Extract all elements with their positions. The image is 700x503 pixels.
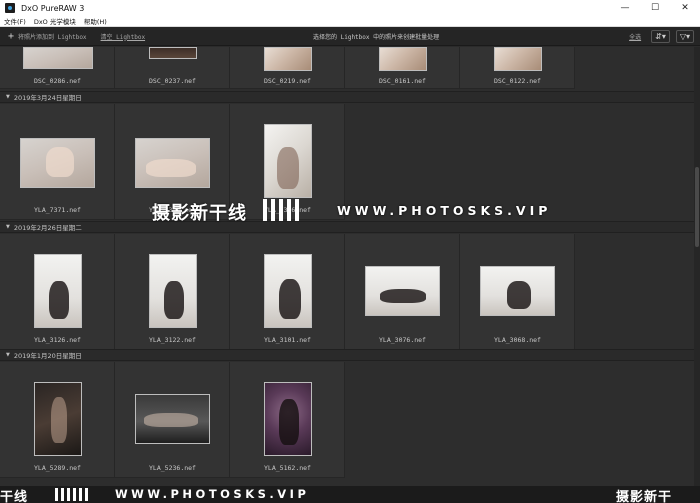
photo-thumbnail: [264, 254, 312, 328]
photo-filename: YLA_5236.nef: [149, 464, 196, 472]
photo-tile[interactable]: YLA_3126.nef: [0, 234, 115, 350]
photo-tile[interactable]: YLA_7371.nef: [0, 104, 115, 220]
photo-thumbnail: [480, 266, 555, 316]
photo-tile[interactable]: DSC_0286.nef: [0, 47, 115, 89]
photo-filename: YLA_7371.nef: [34, 206, 81, 214]
watermark-url: WWW.PHOTOSKS.VIP: [337, 203, 552, 218]
photo-thumbnail: [20, 138, 95, 188]
watermark-logo-icon: [263, 199, 299, 221]
select-all-link[interactable]: 全选: [629, 32, 641, 41]
photo-thumbnail: [264, 382, 312, 456]
collapse-arrow-icon[interactable]: ▼: [6, 224, 10, 230]
photo-filename: DSC_0122.nef: [494, 77, 541, 85]
lightbox-hint-text: 选择您的 Lightbox 中的照片来创建批量处理: [313, 34, 440, 41]
watermark-brand: 摄影新干线: [152, 203, 247, 224]
photo-tile[interactable]: DSC_0219.nef: [230, 47, 345, 89]
photo-tile[interactable]: DSC_0161.nef: [345, 47, 460, 89]
photo-thumbnail: [23, 47, 93, 69]
photo-tile[interactable]: YLA_3101.nef: [230, 234, 345, 350]
close-button[interactable]: ✕: [670, 0, 700, 16]
photo-row: YLA_3126.nef YLA_3122.nef YLA_3101.nef Y…: [0, 234, 575, 350]
photo-tile[interactable]: YLA_5289.nef: [0, 362, 115, 478]
photo-tile[interactable]: YLA_3122.nef: [115, 234, 230, 350]
photo-thumbnail: [365, 266, 440, 316]
photo-thumbnail: [264, 124, 312, 198]
add-to-lightbox-button[interactable]: + 将照片添加到 Lightbox: [8, 31, 87, 42]
watermark-brand-left: 干线: [0, 490, 29, 503]
maximize-button[interactable]: ☐: [640, 0, 670, 16]
sort-button[interactable]: ⇵▾: [651, 30, 670, 43]
collapse-arrow-icon[interactable]: ▼: [6, 94, 10, 100]
photo-tile[interactable]: YLA_3068.nef: [460, 234, 575, 350]
minimize-button[interactable]: —: [610, 0, 640, 16]
date-group-label: 2019年3月24日星期日: [13, 94, 82, 102]
lightbox-grid: DSC_0286.nef DSC_0237.nef DSC_0219.nef D…: [0, 47, 700, 486]
scrollbar-thumb[interactable]: [695, 167, 699, 247]
photo-filename: YLA_5289.nef: [34, 464, 81, 472]
photo-filename: YLA_3076.nef: [379, 336, 426, 344]
photo-filename: YLA_3122.nef: [149, 336, 196, 344]
photo-filename: YLA_5162.nef: [264, 464, 311, 472]
plus-icon: +: [8, 30, 15, 42]
bottom-watermark-strip: 干线 WWW.PHOTOSKS.VIP 摄影新干: [0, 486, 700, 503]
date-group-header[interactable]: ▼ 2019年1月20日星期日: [0, 349, 694, 361]
photo-row: YLA_5289.nef YLA_5236.nef YLA_5162.nef: [0, 362, 345, 478]
menu-file[interactable]: 文件(F): [0, 16, 30, 26]
photo-tile[interactable]: YLA_5162.nef: [230, 362, 345, 478]
photo-filename: DSC_0219.nef: [264, 77, 311, 85]
photo-thumbnail: [135, 138, 210, 188]
photo-filename: YLA_3126.nef: [34, 336, 81, 344]
filter-button[interactable]: ▽▾: [675, 30, 694, 43]
menu-dxo-optics[interactable]: DxO 光学模块: [30, 16, 80, 26]
title-bar: DxO PureRAW 3 — ☐ ✕: [0, 0, 700, 16]
date-group-label: 2019年2月26日星期二: [13, 224, 82, 232]
photo-filename: DSC_0286.nef: [34, 77, 81, 85]
photo-row: DSC_0286.nef DSC_0237.nef DSC_0219.nef D…: [0, 47, 575, 89]
photo-tile[interactable]: DSC_0237.nef: [115, 47, 230, 89]
toolbar-right-controls: 全选 ⇵▾ ▽▾: [629, 27, 700, 46]
menu-bar: 文件(F) DxO 光学模块 帮助(H): [0, 16, 700, 27]
clear-lightbox-link[interactable]: 清空 Lightbox: [101, 32, 146, 41]
photo-tile[interactable]: YLA_3076.nef: [345, 234, 460, 350]
lightbox-toolbar: + 将照片添加到 Lightbox 清空 Lightbox 选择您的 Light…: [0, 27, 700, 46]
photo-filename: YLA_3101.nef: [264, 336, 311, 344]
watermark-logo-icon: [55, 488, 88, 501]
date-group-header[interactable]: ▼ 2019年3月24日星期日: [0, 91, 694, 103]
date-group-label: 2019年1月20日星期日: [13, 352, 82, 360]
add-to-lightbox-label: 将照片添加到 Lightbox: [18, 33, 87, 41]
photo-tile[interactable]: DSC_0122.nef: [460, 47, 575, 89]
photo-filename: DSC_0161.nef: [379, 77, 426, 85]
photo-thumbnail: [149, 47, 197, 59]
menu-help[interactable]: 帮助(H): [80, 16, 111, 26]
photo-thumbnail: [264, 47, 312, 71]
window-controls: — ☐ ✕: [610, 0, 700, 16]
watermark-url-bottom: WWW.PHOTOSKS.VIP: [115, 487, 310, 501]
collapse-arrow-icon[interactable]: ▼: [6, 352, 10, 358]
date-group-header[interactable]: ▼ 2019年2月26日星期二: [0, 221, 694, 233]
app-logo-icon: [5, 3, 15, 13]
window-title: DxO PureRAW 3: [21, 3, 85, 13]
photo-thumbnail: [379, 47, 427, 71]
vertical-scrollbar[interactable]: [694, 47, 700, 486]
photo-thumbnail: [135, 394, 210, 444]
photo-tile[interactable]: YLA_5236.nef: [115, 362, 230, 478]
photo-thumbnail: [149, 254, 197, 328]
photo-filename: DSC_0237.nef: [149, 77, 196, 85]
photo-thumbnail: [494, 47, 542, 71]
photo-filename: YLA_3068.nef: [494, 336, 541, 344]
photo-thumbnail: [34, 254, 82, 328]
watermark-brand-right: 摄影新干: [616, 490, 673, 503]
photo-thumbnail: [34, 382, 82, 456]
